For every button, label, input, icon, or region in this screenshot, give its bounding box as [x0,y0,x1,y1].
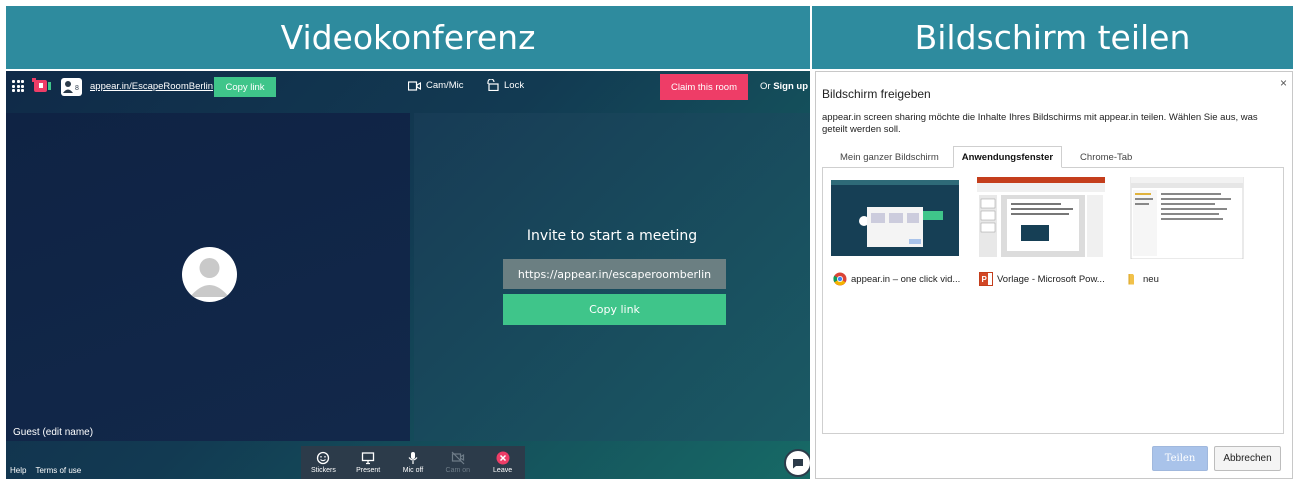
signup-link[interactable]: Sign up [773,81,808,92]
invite-title: Invite to start a meeting [526,228,698,244]
powerpoint-icon: P [979,272,993,286]
footer-links: Help Terms of use [10,466,81,475]
mic-button[interactable]: Mic off [395,451,431,474]
window-label-text: neu [1143,273,1159,285]
tab-chrome-tab[interactable]: Chrome-Tab [1062,146,1146,168]
claim-room-button[interactable]: Claim this room [660,74,748,100]
window-thumbnail-appear-in[interactable] [831,177,959,259]
or-label: Or [760,81,771,92]
screen-share-dialog: × Bildschirm freigeben appear.in screen … [815,71,1293,479]
tab-application-window[interactable]: Anwendungsfenster [952,146,1063,168]
window-thumbnail-powerpoint[interactable] [977,177,1105,259]
invite-url-field[interactable]: https://appear.in/escaperoomberlin [503,259,726,289]
share-button[interactable]: Teilen [1152,446,1208,471]
dialog-description: appear.in screen sharing möchte die Inha… [822,112,1258,135]
chrome-icon [833,272,847,286]
mic-label: Mic off [402,467,424,474]
window-label-powerpoint[interactable]: P Vorlage - Microsoft Pow... [979,272,1105,286]
camera-off-icon [451,451,465,465]
signup-area: Or Sign up [760,81,808,92]
window-thumbnail-explorer[interactable] [1123,177,1251,259]
window-label-text: Vorlage - Microsoft Pow... [997,273,1105,285]
help-link[interactable]: Help [10,466,26,475]
window-grid: appear.in – one click vid... P Vorlage -… [822,168,1284,434]
chat-button[interactable] [784,449,810,477]
screen-share-banner: Bildschirm teilen [812,6,1293,69]
stickers-button[interactable]: Stickers [305,451,341,474]
call-toolbar: Stickers Present Mic off Cam on Leave [301,446,525,479]
room-link[interactable]: appear.in/EscapeRoomBerlin [90,81,213,92]
terms-link[interactable]: Terms of use [35,466,81,475]
cam-button[interactable]: Cam on [440,451,476,474]
dialog-title: Bildschirm freigeben [822,87,931,101]
camera-icon [408,80,421,91]
guest-name-label[interactable]: Guest (edit name) [13,427,93,438]
close-circle-icon [496,451,510,465]
participants-icon[interactable]: 8 [61,78,82,96]
svg-text:P: P [982,275,988,284]
present-button[interactable]: Present [350,451,386,474]
invite-copy-link-button[interactable]: Copy link [503,294,726,325]
unlock-icon [487,79,499,91]
monitor-icon [362,452,375,465]
window-label-appear-in[interactable]: appear.in – one click vid... [833,272,960,286]
smiley-icon [317,451,330,465]
cam-label: Cam on [445,467,471,474]
tab-whole-screen[interactable]: Mein ganzer Bildschirm [822,146,953,168]
mic-icon [408,452,418,464]
folder-icon [1128,274,1134,285]
appear-in-logo-icon[interactable] [32,77,54,97]
leave-button[interactable]: Leave [485,451,521,474]
appear-in-app: 8 appear.in/EscapeRoomBerlin Copy link C… [6,71,810,479]
close-icon[interactable]: × [1280,76,1287,90]
avatar [182,247,237,302]
lock-label: Lock [504,79,525,91]
chat-icon [793,458,803,468]
copy-link-button-top[interactable]: Copy link [214,77,276,97]
window-label-text: appear.in – one click vid... [851,273,961,285]
participant-count: 8 [75,85,79,92]
videoconference-banner: Videokonferenz [6,6,810,69]
top-bar: 8 appear.in/EscapeRoomBerlin Copy link C… [6,71,810,104]
cam-mic-button[interactable]: Cam/Mic [408,80,463,91]
source-tabs: Mein ganzer Bildschirm Anwendungsfenster… [822,146,1284,168]
lock-button[interactable]: Lock [486,79,524,91]
cam-mic-label: Cam/Mic [426,80,464,91]
stickers-label: Stickers [310,467,336,474]
leave-label: Leave [493,467,513,474]
present-label: Present [356,467,381,474]
window-label-explorer[interactable]: neu [1125,272,1159,286]
self-video-tile: Guest (edit name) [6,113,410,441]
cancel-button[interactable]: Abbrechen [1214,446,1281,471]
apps-grid-icon[interactable] [12,80,24,92]
